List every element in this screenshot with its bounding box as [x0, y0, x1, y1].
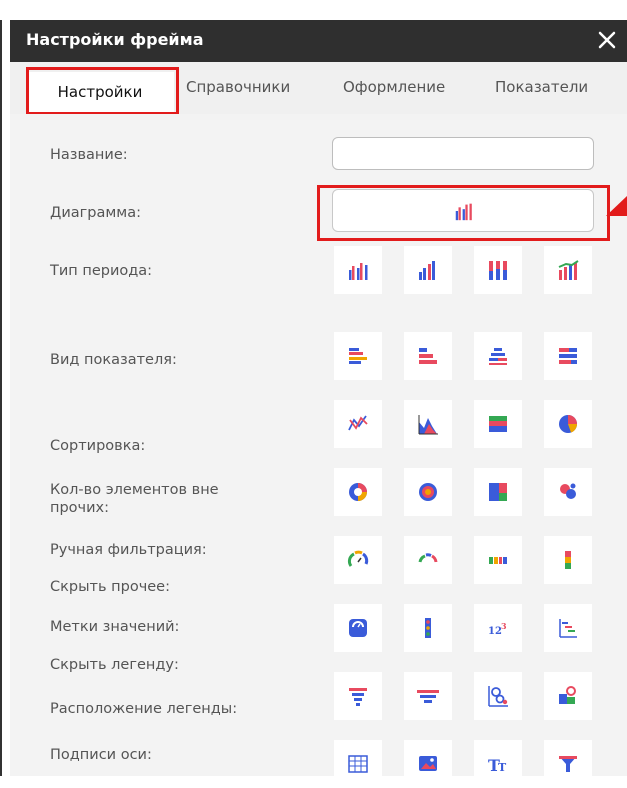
column-chart-icon — [419, 261, 435, 280]
pie-chart-icon — [559, 415, 577, 433]
area-chart-icon — [418, 415, 438, 435]
chart-type-stacked-area[interactable] — [474, 400, 522, 448]
ring-chart-icon — [419, 483, 437, 501]
chart-type-treemap[interactable] — [474, 468, 522, 516]
chart-type-pyramid[interactable] — [404, 672, 452, 720]
line-chart-icon — [348, 415, 368, 431]
chart-type-waterfall[interactable] — [544, 604, 592, 652]
chart-type-area[interactable] — [404, 400, 452, 448]
horizontal-stacked-bar-icon — [489, 348, 507, 365]
chart-type-horizontal-full-stacked[interactable] — [544, 332, 592, 380]
dialog-title: Настройки фрейма — [26, 30, 204, 49]
chart-type-map[interactable] — [544, 672, 592, 720]
chart-type-horizontal-stacked[interactable] — [474, 332, 522, 380]
label-hide-other: Скрыть прочее: — [50, 579, 170, 595]
table-icon — [348, 755, 368, 773]
network-graph-icon — [488, 686, 508, 707]
label-name: Название: — [50, 147, 128, 163]
chart-type-horizontal-grouped[interactable] — [404, 332, 452, 380]
chart-type-text[interactable]: T T — [474, 740, 522, 788]
waterfall-icon — [559, 619, 577, 638]
frame-settings-dialog: Настройки фрейма Настройки Справочники О… — [10, 20, 627, 788]
svg-text:3: 3 — [501, 621, 507, 631]
tab-dictionaries[interactable]: Справочники — [186, 78, 290, 96]
name-input[interactable] — [332, 137, 594, 170]
tab-indicators[interactable]: Показатели — [495, 78, 588, 96]
speedometer-icon — [418, 553, 438, 563]
chart-type-number-card[interactable]: 12 3 — [474, 604, 522, 652]
svg-text:T: T — [498, 761, 507, 774]
chart-type-bubble[interactable] — [544, 468, 592, 516]
image-icon — [419, 756, 437, 771]
horizontal-full-stacked-bar-icon — [559, 348, 577, 364]
label-axis-labels: Подписи оси: — [50, 747, 152, 763]
stacked-column-chart-icon — [489, 261, 507, 280]
label-value-labels: Метки значений: — [50, 619, 180, 635]
chart-type-speedometer[interactable] — [404, 536, 452, 584]
label-period-type: Тип периода: — [50, 263, 153, 279]
vertical-bullet-icon — [565, 551, 571, 569]
grouped-bar-chart-icon — [349, 263, 368, 280]
chart-type-scale-card[interactable] — [334, 604, 382, 652]
dialog-titlebar: Настройки фрейма — [10, 20, 627, 62]
diagram-highlight-box — [317, 185, 610, 241]
bullet-bar-icon — [489, 557, 507, 564]
annotation-arrow-icon — [606, 196, 627, 216]
chart-type-filter[interactable] — [544, 740, 592, 788]
chart-type-grid: 12 3 T T — [332, 246, 594, 788]
chart-type-column[interactable] — [404, 246, 452, 294]
horizontal-grouped-bar-icon — [419, 348, 437, 364]
horizontal-bar-chart-icon — [349, 348, 367, 364]
scale-card-icon — [349, 619, 367, 637]
stacked-area-chart-icon — [489, 416, 507, 432]
chart-type-traffic-light[interactable] — [404, 604, 452, 652]
chart-type-ring[interactable] — [404, 468, 452, 516]
chart-type-donut[interactable] — [334, 468, 382, 516]
column-line-combo-icon — [558, 260, 579, 280]
bubble-chart-icon — [560, 483, 576, 499]
chart-type-funnel[interactable] — [334, 672, 382, 720]
chart-type-column-line[interactable] — [544, 246, 592, 294]
chart-type-stacked-column[interactable] — [474, 246, 522, 294]
chart-type-line[interactable] — [334, 400, 382, 448]
chart-type-bullet-bar[interactable] — [474, 536, 522, 584]
label-diagram: Диаграмма: — [50, 205, 141, 221]
label-elements-count: Кол-во элементов вне прочих: — [50, 481, 310, 517]
chart-type-pie[interactable] — [544, 400, 592, 448]
traffic-light-icon — [425, 618, 431, 638]
radial-gauge-icon — [347, 550, 369, 567]
number-card-icon: 12 3 — [488, 621, 507, 637]
text-icon: T T — [488, 756, 507, 775]
pyramid-chart-icon — [417, 690, 439, 703]
donut-chart-icon — [349, 483, 367, 501]
map-chart-icon — [559, 686, 576, 704]
label-manual-filter: Ручная фильтрация: — [50, 542, 207, 558]
funnel-chart-icon — [349, 688, 367, 706]
chart-type-radial-gauge[interactable] — [334, 536, 382, 584]
chart-type-grouped-bar[interactable] — [334, 246, 382, 294]
svg-text:12: 12 — [488, 626, 502, 637]
treemap-icon — [489, 483, 507, 501]
tab-appearance[interactable]: Оформление — [343, 78, 445, 96]
label-legend-position: Расположение легенды: — [50, 701, 238, 717]
tab-highlight-box — [26, 67, 179, 115]
label-indicator-view: Вид показателя: — [50, 352, 177, 368]
label-hide-legend: Скрыть легенду: — [50, 657, 179, 673]
close-icon[interactable] — [591, 24, 623, 56]
label-elements-count-line2: прочих: — [50, 500, 110, 516]
chart-type-vertical-bullet[interactable] — [544, 536, 592, 584]
chart-type-image[interactable] — [404, 740, 452, 788]
chart-type-horizontal-bar[interactable] — [334, 332, 382, 380]
label-sorting: Сортировка: — [50, 438, 146, 454]
label-elements-count-line1: Кол-во элементов вне — [50, 482, 219, 498]
chart-type-table[interactable] — [334, 740, 382, 788]
chart-type-network[interactable] — [474, 672, 522, 720]
left-edge-line — [0, 20, 2, 776]
filter-icon — [559, 756, 577, 772]
